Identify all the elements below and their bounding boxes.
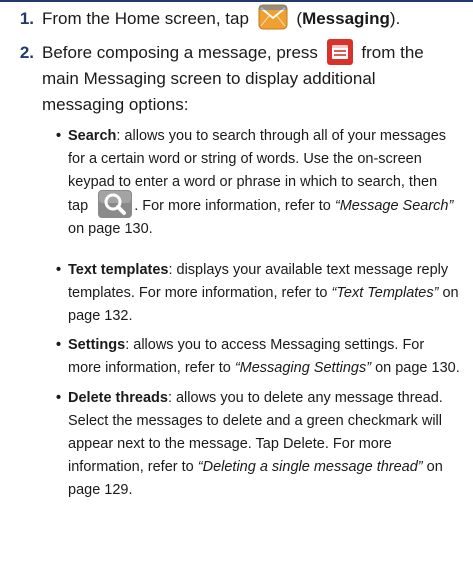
- menu-key-icon: [326, 38, 353, 65]
- bullet-dot: •: [56, 337, 62, 353]
- manual-page: 1. From the Home screen, tap (Messaging)…: [0, 0, 473, 568]
- options-list: • Search: allows you to search through a…: [56, 125, 461, 565]
- option-term: Delete threads: [68, 390, 168, 406]
- list-item-search: • Search: allows you to search through a…: [56, 125, 461, 241]
- option-term: Text templates: [68, 262, 169, 278]
- search-icon: [98, 190, 133, 218]
- bullet-dot: •: [56, 262, 62, 278]
- page-reference: on page 130.: [68, 221, 153, 237]
- step-1-text-before: From the Home screen, tap: [42, 9, 249, 28]
- option-more-info: . For more information, refer to: [134, 197, 331, 214]
- messaging-envelope-icon: [258, 2, 288, 32]
- cross-reference: “Message Search”: [334, 197, 454, 214]
- cross-reference: “Deleting a single message thread”: [197, 459, 423, 475]
- step-number: 1.: [19, 9, 34, 28]
- step-text: Before composing a message, press from t…: [42, 38, 452, 118]
- option-term: Settings: [68, 337, 126, 353]
- cross-reference: “Text Templates”: [331, 285, 439, 301]
- list-item-settings: • Settings: allows you to access Messagi…: [56, 334, 461, 380]
- list-item-delete-threads: • Delete threads: allows you to delete a…: [56, 387, 461, 502]
- cross-reference: “Messaging Settings”: [234, 360, 372, 376]
- list-item-text: Settings: allows you to access Messaging…: [56, 334, 461, 380]
- section-heading-cutoff: [0, 0, 473, 4]
- option-term: Search: [68, 128, 117, 144]
- page-reference: on page 130.: [375, 360, 460, 376]
- list-item-text: Text templates: displays your available …: [56, 259, 461, 328]
- list-item-text-templates: • Text templates: displays your availabl…: [56, 259, 461, 328]
- bullet-dot: •: [56, 128, 62, 144]
- step-1-paren-close: ).: [389, 9, 401, 28]
- step-1-bold-term: Messaging: [302, 9, 390, 28]
- step-1: 1. From the Home screen, tap (Messaging)…: [0, 4, 473, 36]
- step-text: From the Home screen, tap (Messaging).: [42, 4, 452, 32]
- list-item-text: Delete threads: allows you to delete any…: [56, 387, 461, 502]
- step-2: 2. Before composing a message, press fro…: [0, 38, 473, 122]
- list-item-text: Search: allows you to search through all…: [56, 125, 461, 241]
- step-number: 2.: [19, 43, 34, 62]
- bullet-dot: •: [56, 390, 62, 406]
- step-2-text-before: Before composing a message, press: [42, 43, 318, 62]
